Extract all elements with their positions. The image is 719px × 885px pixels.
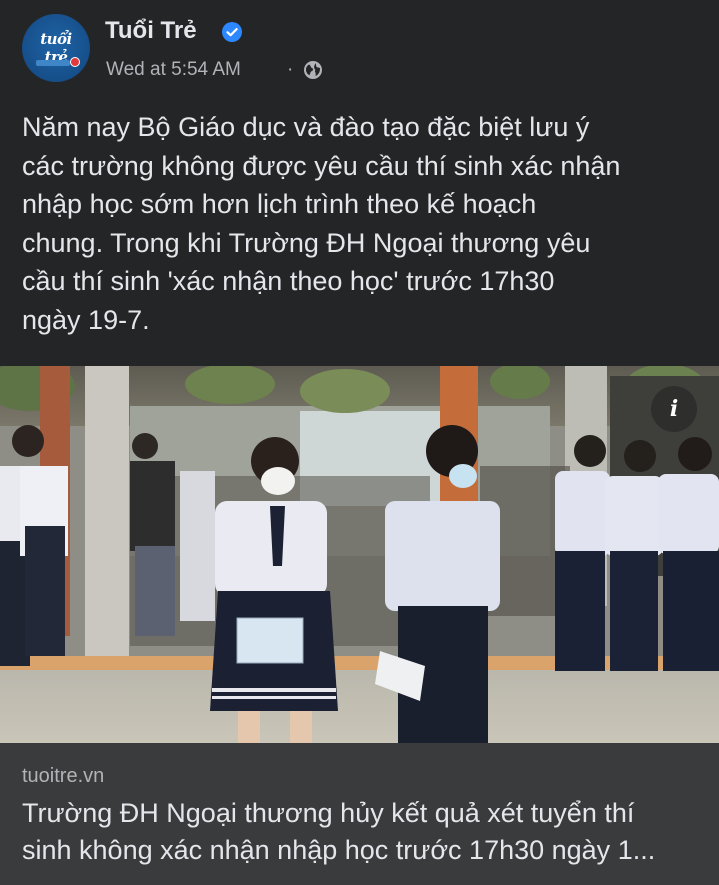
info-button[interactable]: i — [651, 386, 697, 432]
post-photo[interactable]: i — [0, 366, 719, 743]
post-message-text: Năm nay Bộ Giáo dục và đào tạo đặc biệt … — [22, 112, 621, 335]
photo-scene — [0, 366, 719, 743]
link-preview-card[interactable]: tuoitre.vn Trường ĐH Ngoại thương hủy kế… — [0, 743, 719, 885]
timestamp-separator: · — [287, 59, 294, 80]
link-domain: tuoitre.vn — [22, 765, 105, 787]
link-title[interactable]: Trường ĐH Ngoại thương hủy kết quả xét t… — [22, 795, 702, 869]
post-timestamp-link[interactable]: Wed at 5:54 AM — [106, 58, 241, 82]
avatar-logo-dot — [70, 57, 80, 67]
verified-badge-icon — [222, 22, 242, 42]
page-avatar[interactable]: tuổi trẻ — [22, 14, 90, 82]
avatar-logo-bar — [36, 60, 70, 66]
post-header: tuổi trẻ Tuổi Trẻ Wed at 5:54 AM · — [0, 0, 719, 100]
page-name-link[interactable]: Tuổi Trẻ — [105, 16, 197, 46]
facebook-post: tuổi trẻ Tuổi Trẻ Wed at 5:54 AM · Năm n… — [0, 0, 719, 885]
globe-icon[interactable] — [303, 60, 323, 80]
